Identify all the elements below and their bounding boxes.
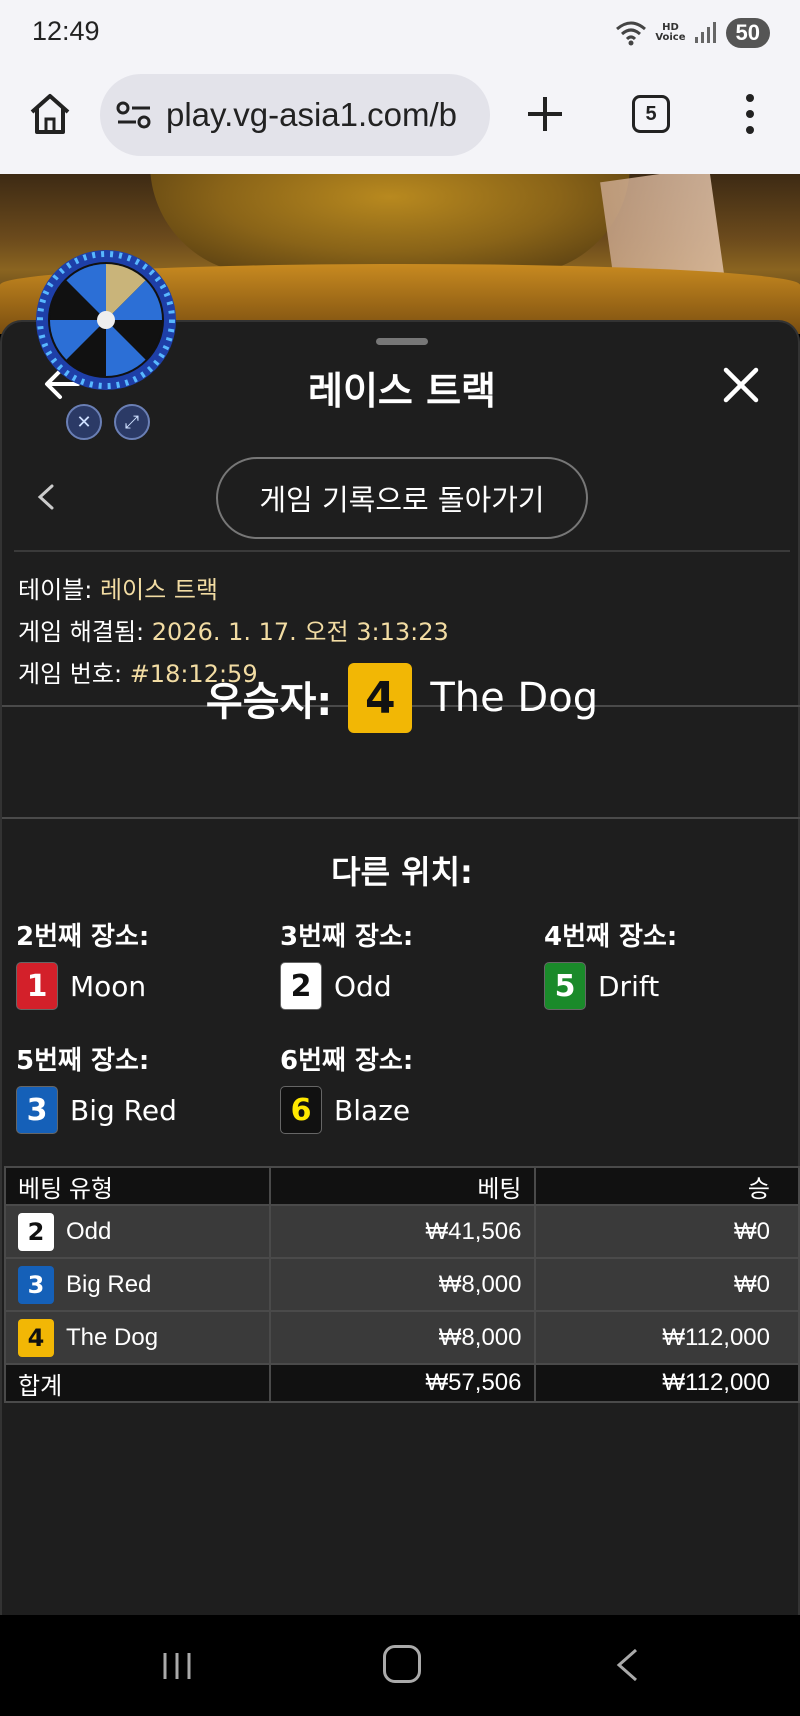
site-settings-icon[interactable]: [116, 100, 152, 130]
other-places-title: 다른 위치:: [331, 853, 473, 891]
table-row: 2 Odd ₩41,506 ₩0: [3, 1204, 800, 1259]
column-header-bet-type: 베팅 유형: [3, 1166, 272, 1206]
battery-indicator: 50: [725, 18, 770, 48]
runner-name: Big Red: [70, 1093, 177, 1127]
place-label: 6번째 장소:: [280, 1046, 414, 1076]
winner-row: 우승자: 4 The Dog: [2, 662, 800, 734]
bet-number-badge: 4: [18, 1318, 54, 1357]
runner-number-badge: 6: [280, 1086, 322, 1134]
runner-number-badge: 5: [544, 962, 586, 1010]
runner-name: Moon: [70, 969, 147, 1003]
chevron-left-icon[interactable]: [34, 482, 58, 512]
resolved-info: 게임 해결됨: 2026. 1. 17. 오전 3:13:23: [18, 612, 449, 647]
place-4: 4번째 장소: 5 Drift: [544, 916, 794, 1010]
place-label: 4번째 장소:: [544, 922, 678, 952]
table-value: 레이스 트랙: [99, 576, 218, 604]
home-icon[interactable]: [28, 92, 72, 136]
home-nav-icon[interactable]: [383, 1645, 421, 1683]
total-row: 합계 ₩57,506 ₩112,000: [3, 1363, 800, 1403]
back-nav-icon[interactable]: [614, 1647, 640, 1683]
place-5: 5번째 장소: 3 Big Red: [16, 1040, 266, 1134]
column-header-win: 승: [533, 1166, 800, 1206]
place-6: 6번째 장소: 6 Blaze: [280, 1040, 530, 1134]
table-label: 테이블:: [18, 576, 93, 604]
place-label: 3번째 장소:: [280, 922, 414, 952]
bet-type-cell: 4 The Dog: [3, 1310, 272, 1365]
expand-widget-icon[interactable]: ⤢: [114, 404, 150, 440]
bet-amount-cell: ₩41,506: [269, 1204, 536, 1259]
url-text[interactable]: play.vg-asia1.com/b: [166, 96, 457, 134]
wifi-icon: [616, 21, 647, 46]
place-label: 2번째 장소:: [16, 922, 150, 952]
back-to-history-button[interactable]: 게임 기록으로 돌아가기: [216, 457, 588, 539]
runner-number-badge: 2: [280, 962, 322, 1010]
win-amount-cell: ₩112,000: [533, 1310, 800, 1365]
runner-name: Blaze: [334, 1093, 411, 1127]
address-bar[interactable]: play.vg-asia1.com/b: [100, 74, 490, 156]
tab-switcher-button[interactable]: 5: [632, 95, 670, 133]
recent-apps-icon[interactable]: [160, 1649, 194, 1683]
place-2: 2번째 장소: 1 Moon: [16, 916, 266, 1010]
column-header-bet: 베팅: [269, 1166, 536, 1206]
more-menu-icon[interactable]: [740, 92, 760, 136]
system-nav-bar: [0, 1615, 800, 1716]
place-3: 3번째 장소: 2 Odd: [280, 916, 530, 1010]
winner-label: 우승자:: [205, 679, 333, 725]
new-tab-icon[interactable]: [525, 94, 565, 134]
total-label-cell: 합계: [3, 1363, 272, 1403]
hd-voice-icon: HD Voice: [655, 22, 686, 43]
table-row: 4 The Dog ₩8,000 ₩112,000: [3, 1310, 800, 1365]
resolved-value: 2026. 1. 17. 오전 3:13:23: [151, 618, 449, 646]
win-amount-cell: ₩0: [533, 1204, 800, 1259]
signal-icon: [694, 22, 716, 43]
game-result-panel: 레이스 트랙 게임 기록으로 돌아가기 테이블: 레이스 트랙 게임 해결됨: …: [0, 320, 800, 1615]
bet-type-cell: 2 Odd: [3, 1204, 272, 1259]
table-row: 3 Big Red ₩8,000 ₩0: [3, 1257, 800, 1312]
total-win-cell: ₩112,000: [533, 1363, 800, 1403]
total-bet-cell: ₩57,506: [269, 1363, 536, 1403]
win-amount-cell: ₩0: [533, 1257, 800, 1312]
close-icon[interactable]: [722, 366, 760, 404]
close-widget-icon[interactable]: ✕: [66, 404, 102, 440]
place-label: 5번째 장소:: [16, 1046, 150, 1076]
resolved-label: 게임 해결됨:: [18, 618, 145, 646]
bet-name: Odd: [66, 1217, 112, 1245]
bet-amount-cell: ₩8,000: [269, 1257, 536, 1312]
bet-number-badge: 3: [18, 1265, 54, 1304]
runner-number-badge: 3: [16, 1086, 58, 1134]
divider: [2, 817, 800, 819]
bet-name: The Dog: [66, 1323, 159, 1351]
bet-amount-cell: ₩8,000: [269, 1310, 536, 1365]
divider: [14, 550, 790, 552]
bet-name: Big Red: [66, 1270, 152, 1298]
bets-table: 베팅 유형 베팅 승 2 Odd ₩41,506 ₩0 3 Big Red ₩8,0…: [3, 1166, 800, 1403]
status-time: 12:49: [32, 16, 100, 46]
winner-name: The Dog: [430, 675, 599, 721]
bet-number-badge: 2: [18, 1212, 54, 1251]
bet-type-cell: 3 Big Red: [3, 1257, 272, 1312]
table-header-row: 베팅 유형 베팅 승: [3, 1166, 800, 1206]
runner-name: Drift: [598, 969, 660, 1003]
runner-number-badge: 1: [16, 962, 58, 1010]
table-info: 테이블: 레이스 트랙: [18, 570, 218, 605]
browser-toolbar: play.vg-asia1.com/b 5: [0, 70, 800, 174]
status-bar: 12:49 HD Voice 50: [0, 0, 800, 70]
status-icons: HD Voice 50: [615, 18, 770, 48]
winner-number-badge: 4: [348, 663, 413, 733]
drag-handle[interactable]: [376, 338, 428, 345]
runner-name: Odd: [334, 969, 392, 1003]
floating-wheel-widget[interactable]: [34, 248, 178, 392]
